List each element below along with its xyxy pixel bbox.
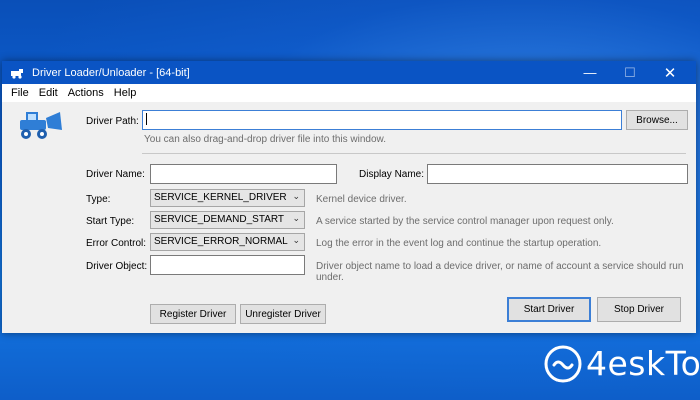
watermark: 4eskTop <box>544 344 700 383</box>
close-button[interactable]: ✕ <box>650 61 690 84</box>
desktop-logo-icon <box>544 345 582 382</box>
menu-bar: File Edit Actions Help <box>2 84 696 102</box>
error-control-selected-value: SERVICE_ERROR_NORMAL <box>154 236 288 247</box>
watermark-text: 4eskTop <box>586 344 700 383</box>
register-driver-button[interactable]: Register Driver <box>150 304 236 324</box>
display-name-label: Display Name: <box>359 169 425 180</box>
text-caret <box>146 113 147 125</box>
menu-actions[interactable]: Actions <box>63 87 109 99</box>
driver-object-input[interactable] <box>150 255 305 275</box>
type-selected-value: SERVICE_KERNEL_DRIVER <box>154 192 287 203</box>
error-control-label: Error Control: <box>86 238 147 249</box>
type-label: Type: <box>86 194 111 205</box>
chevron-down-icon: ⌄ <box>292 191 300 201</box>
unregister-driver-button[interactable]: Unregister Driver <box>240 304 326 324</box>
driver-name-input[interactable] <box>150 164 337 184</box>
start-driver-button[interactable]: Start Driver <box>507 297 591 322</box>
menu-edit[interactable]: Edit <box>34 87 63 99</box>
display-name-input[interactable] <box>427 164 688 184</box>
browse-button[interactable]: Browse... <box>626 110 688 130</box>
maximize-button[interactable]: ☐ <box>610 61 650 84</box>
driver-path-input[interactable] <box>142 110 622 130</box>
driver-object-description: Driver object name to load a device driv… <box>316 261 684 283</box>
driver-path-label: Driver Path: <box>86 116 139 127</box>
type-select[interactable]: SERVICE_KERNEL_DRIVER ⌄ <box>150 189 305 207</box>
menu-help[interactable]: Help <box>109 87 142 99</box>
main-panel: Driver Path: Browse... You can also drag… <box>2 102 696 333</box>
start-type-label: Start Type: <box>86 216 135 227</box>
type-description: Kernel device driver. <box>316 194 407 205</box>
start-type-description: A service started by the service control… <box>316 216 614 227</box>
truck-icon <box>11 68 23 79</box>
drag-drop-hint: You can also drag-and-drop driver file i… <box>144 134 386 145</box>
driver-object-label: Driver Object: <box>86 261 148 272</box>
menu-file[interactable]: File <box>6 87 34 99</box>
minimize-button[interactable]: — <box>570 61 610 84</box>
start-type-selected-value: SERVICE_DEMAND_START <box>154 214 285 225</box>
error-control-select[interactable]: SERVICE_ERROR_NORMAL ⌄ <box>150 233 305 251</box>
error-control-description: Log the error in the event log and conti… <box>316 238 602 249</box>
divider <box>142 153 686 154</box>
bulldozer-icon <box>20 112 62 139</box>
title-bar[interactable]: Driver Loader/Unloader - [64-bit] — ☐ ✕ <box>2 61 696 84</box>
start-type-select[interactable]: SERVICE_DEMAND_START ⌄ <box>150 211 305 229</box>
chevron-down-icon: ⌄ <box>292 213 300 223</box>
driver-name-label: Driver Name: <box>86 169 145 180</box>
window-title: Driver Loader/Unloader - [64-bit] <box>32 66 190 79</box>
app-window: Driver Loader/Unloader - [64-bit] — ☐ ✕ … <box>2 61 696 333</box>
stop-driver-button[interactable]: Stop Driver <box>597 297 681 322</box>
chevron-down-icon: ⌄ <box>292 235 300 245</box>
